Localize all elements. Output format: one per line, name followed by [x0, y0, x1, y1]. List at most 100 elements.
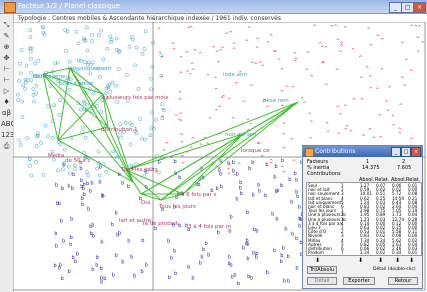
observation-square: b — [89, 189, 92, 195]
point-label: à 6 fois par s — [181, 191, 217, 198]
tool-button-8[interactable]: αβ — [1, 108, 12, 118]
observation-triangle: ^ — [185, 71, 189, 77]
observation-triangle: ^ — [416, 51, 420, 57]
observation-triangle: ^ — [227, 172, 231, 178]
observation-triangle: ^ — [308, 113, 312, 119]
tool-button-7[interactable]: ♦ — [1, 97, 12, 107]
observation-triangle: ^ — [249, 85, 253, 91]
observation-square: b — [87, 206, 90, 212]
observation-square: b — [168, 275, 171, 281]
tool-button-10[interactable]: 123 — [1, 130, 14, 140]
observation-triangle: ^ — [365, 66, 369, 72]
observation-triangle: ^ — [234, 82, 238, 88]
observation-square: b — [236, 172, 239, 178]
observation-triangle: ^ — [282, 147, 286, 153]
tool-button-5[interactable]: ⊢ — [1, 75, 12, 85]
observation-square: b — [76, 252, 79, 258]
observation-square: b — [70, 235, 73, 241]
export-button[interactable]: Exporter — [343, 277, 375, 285]
point-label: inde ann — [223, 72, 247, 78]
observation-square: b — [258, 189, 261, 195]
observation-square: b — [145, 263, 148, 269]
sort-absolute-button[interactable]: Tri/Absolu — [307, 266, 337, 274]
observation-triangle: ^ — [334, 24, 338, 30]
contributions-table[interactable]: Seul 1 1.27 0.07 0.06 0.01 noir et lait 2 0.59 0.… — [306, 182, 422, 256]
window-subtitle: Typologie : Centres mobiles & Ascendante… — [18, 15, 281, 22]
close-button[interactable]: × — [413, 2, 426, 13]
tool-button-3[interactable]: ✥ — [1, 53, 12, 63]
observation-square: b — [118, 230, 121, 236]
observation-square: b — [173, 249, 176, 255]
observation-square: b — [230, 214, 233, 220]
observation-square: b — [235, 197, 238, 203]
observation-triangle: ^ — [260, 65, 264, 71]
observation-triangle: ^ — [300, 97, 304, 103]
observation-square: b — [219, 172, 222, 178]
observation-triangle: ^ — [281, 133, 285, 139]
close-button[interactable]: × — [411, 147, 421, 157]
tool-button-2[interactable]: ⊕ — [1, 42, 12, 52]
observation-triangle: ^ — [289, 138, 293, 144]
minimize-button[interactable]: _ — [391, 147, 401, 157]
tool-button-9[interactable]: ABC — [1, 119, 15, 129]
point-label: lait uniquement — [68, 66, 112, 72]
observation-triangle: ^ — [218, 106, 222, 112]
observation-square: b — [187, 264, 190, 270]
observation-square: b — [96, 255, 99, 261]
observation-square: b — [298, 204, 301, 210]
tool-button-6[interactable]: ▷ — [1, 86, 12, 96]
observation-square: b — [237, 281, 240, 287]
tool-button-4[interactable]: ⊢ — [1, 64, 12, 74]
table-cell: 0.01 — [408, 250, 418, 256]
app-icon — [4, 2, 16, 13]
observation-square: b — [271, 212, 274, 218]
tool-button-0[interactable]: ⤡ — [1, 20, 12, 30]
observation-square: b — [70, 217, 73, 223]
observation-triangle: ^ — [376, 34, 380, 40]
back-button[interactable]: Retour — [388, 277, 418, 285]
observation-square: b — [90, 180, 93, 186]
observation-square: b — [295, 178, 298, 184]
observation-triangle: ^ — [187, 26, 191, 32]
observation-square: b — [290, 200, 293, 206]
observation-triangle: ^ — [216, 61, 220, 67]
observation-square: b — [291, 231, 294, 237]
detail-button[interactable]: Détail — [307, 277, 337, 285]
contributions-window: Contributions _ □ × Facteurs 1 2 % inert… — [302, 145, 423, 289]
observation-square: b — [127, 238, 130, 244]
observation-triangle: ^ — [220, 46, 224, 52]
arrow-down-icon[interactable]: ⬇ — [395, 257, 400, 264]
observation-square: b — [233, 272, 236, 278]
observation-square: b — [60, 219, 63, 225]
observation-square: b — [170, 256, 173, 262]
arrow-down-icon[interactable]: ⬇ — [378, 257, 383, 264]
observation-square: b — [266, 270, 269, 276]
observation-triangle: ^ — [313, 25, 317, 31]
observation-triangle: ^ — [247, 27, 251, 33]
observation-square: b — [71, 186, 74, 192]
observation-triangle: ^ — [305, 68, 309, 74]
tool-button-1[interactable]: ✎ — [1, 31, 12, 41]
observation-square: b — [232, 168, 235, 174]
observation-triangle: ^ — [256, 38, 260, 44]
table-row[interactable]: Prodom 7 1.34 0.02 0.34 0.01 — [307, 250, 421, 256]
observation-triangle: ^ — [400, 76, 404, 82]
observation-triangle: ^ — [335, 68, 339, 74]
observation-triangle: ^ — [404, 58, 408, 64]
observation-triangle: ^ — [367, 28, 371, 34]
arrow-down-icon[interactable]: ⬇ — [409, 257, 414, 264]
observation-triangle: ^ — [269, 34, 273, 40]
observation-triangle: ^ — [339, 51, 343, 57]
observation-triangle: ^ — [398, 132, 402, 138]
observation-square: b — [247, 274, 250, 280]
tool-button-11[interactable]: ⎙ — [1, 141, 12, 151]
observation-triangle: ^ — [377, 114, 381, 120]
observation-triangle: ^ — [179, 72, 183, 78]
maximize-button[interactable]: □ — [401, 147, 411, 157]
arrow-down-icon[interactable]: ⬇ — [315, 257, 320, 264]
arrow-down-icon[interactable]: ⬇ — [358, 257, 363, 264]
observation-triangle: ^ — [309, 120, 313, 126]
observation-triangle: ^ — [161, 115, 165, 121]
observation-triangle: ^ — [178, 91, 182, 97]
point-label: pour a en ce — [59, 81, 94, 87]
